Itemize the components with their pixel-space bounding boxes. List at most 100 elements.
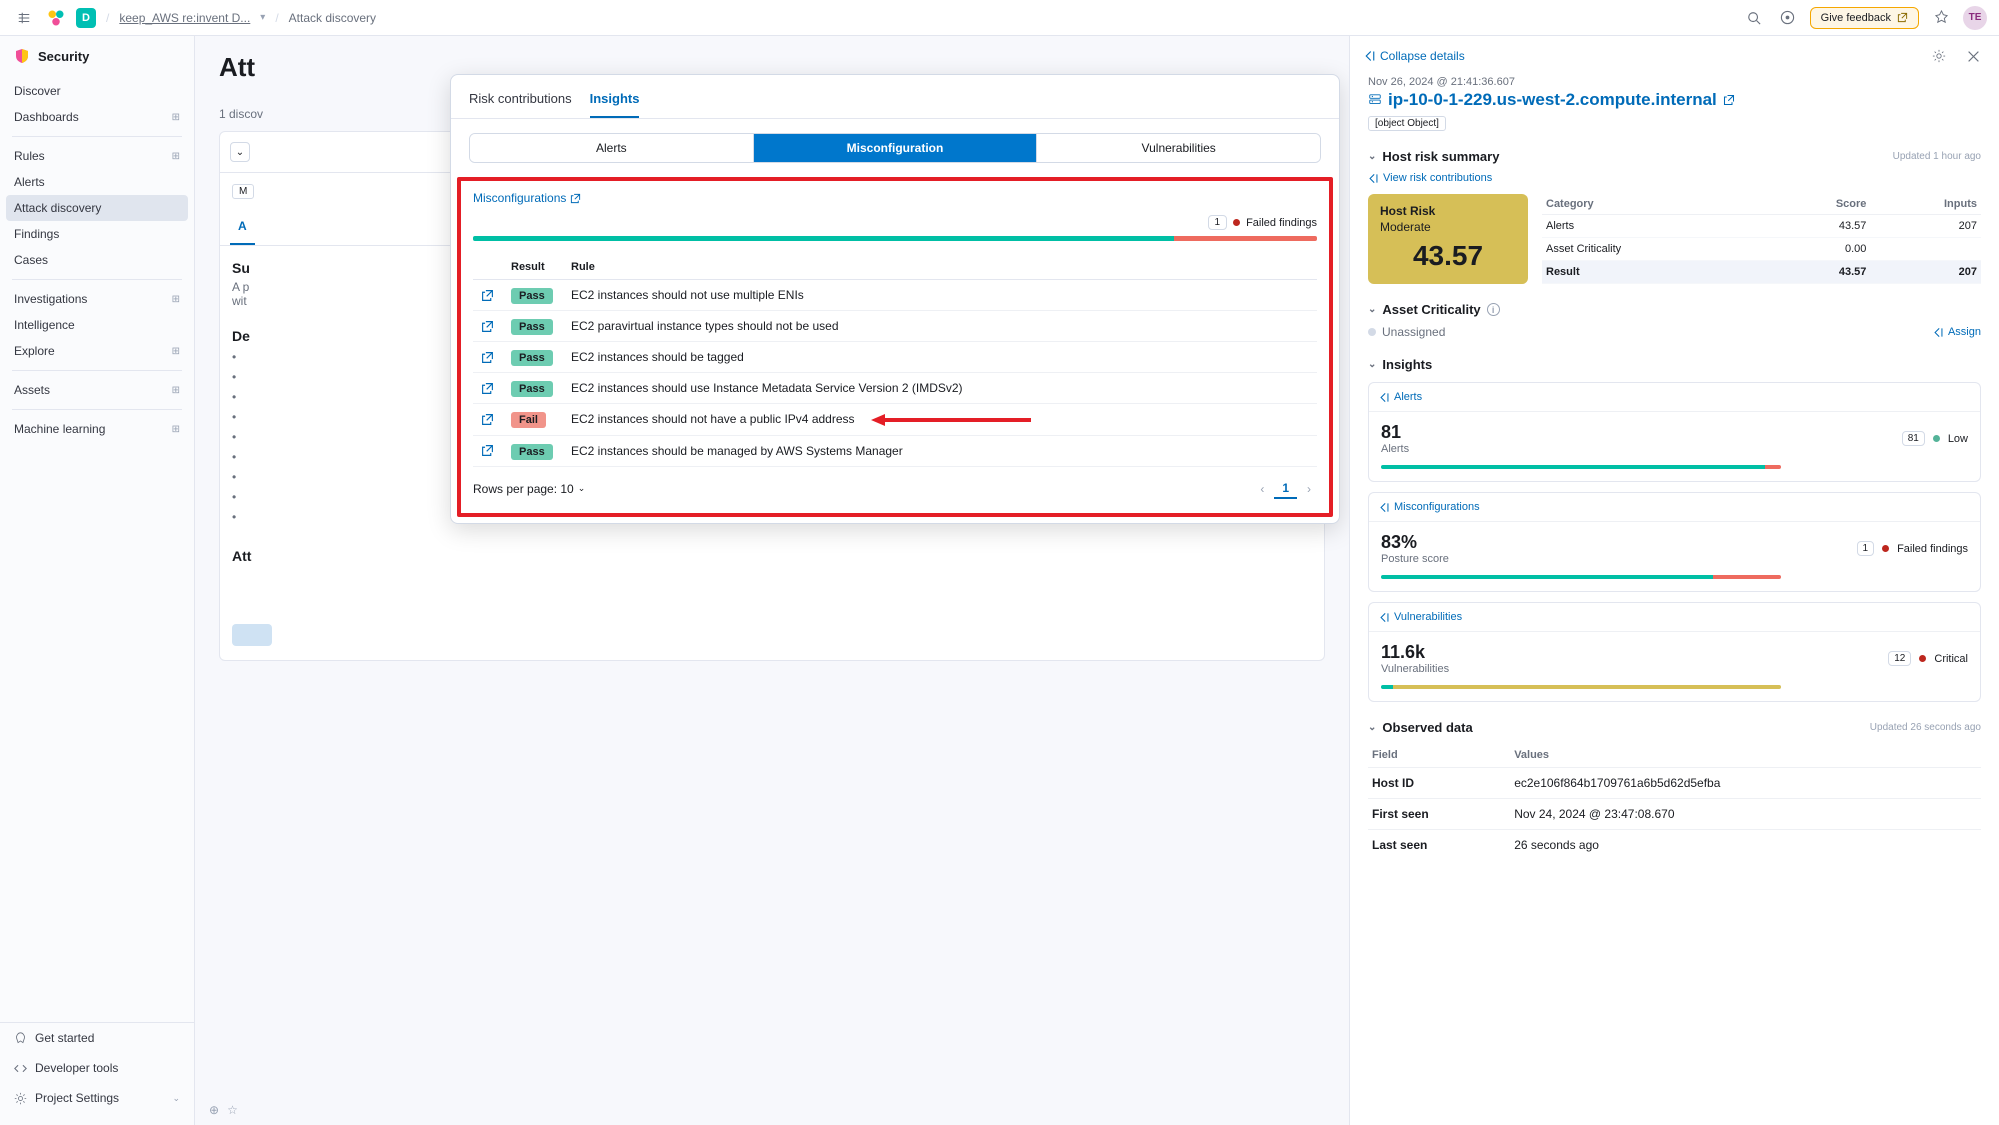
observed-data-title[interactable]: ⌄Observed data <box>1368 720 1473 735</box>
external-link-icon[interactable] <box>481 320 495 333</box>
insight-card-alerts: Alerts81Alerts81Low <box>1368 382 1981 482</box>
footer-project-settings[interactable]: Project Settings⌄ <box>0 1083 194 1113</box>
tab-risk-contributions[interactable]: Risk contributions <box>469 85 572 118</box>
sidebar-item-discover[interactable]: Discover <box>0 78 194 104</box>
highlight-box: Misconfigurations 1 Failed findings <box>457 177 1333 517</box>
chain-heading: Att <box>232 548 1312 564</box>
arrow-annotation <box>871 413 1031 427</box>
count-pill: 12 <box>1888 651 1911 666</box>
subtab-misconfiguration[interactable]: Misconfiguration <box>753 134 1037 162</box>
timestamp: Nov 26, 2024 @ 21:41:36.607 <box>1368 76 1981 88</box>
grid-icon: ⊞ <box>172 151 180 162</box>
add-icon[interactable]: ⊕ <box>209 1103 219 1117</box>
sidebar-item-rules[interactable]: Rules⊞ <box>0 143 194 169</box>
sidebar-item-investigations[interactable]: Investigations⊞ <box>0 286 194 312</box>
result-badge: Pass <box>511 444 553 460</box>
sidebar-item-dashboards[interactable]: Dashboards⊞ <box>0 104 194 130</box>
insight-link[interactable]: Vulnerabilities <box>1379 611 1970 623</box>
table-row: Asset Criticality0.00 <box>1542 238 1981 261</box>
severity-label: Low <box>1948 433 1968 445</box>
table-row[interactable]: FailEC2 instances should not have a publ… <box>473 404 1317 436</box>
table-row[interactable]: PassEC2 instances should use Instance Me… <box>473 373 1317 404</box>
severity-dot-icon <box>1919 655 1926 662</box>
external-link-icon[interactable] <box>481 382 495 395</box>
table-row: Result43.57207 <box>1542 261 1981 284</box>
sidebar-title: Security <box>0 48 194 78</box>
external-link-icon[interactable] <box>481 444 495 457</box>
gear-icon[interactable] <box>1927 44 1951 68</box>
feedback-label: Give feedback <box>1821 12 1891 24</box>
sidebar-item-findings[interactable]: Findings <box>0 221 194 247</box>
insight-card-vulnerabilities: Vulnerabilities11.6kVulnerabilities12Cri… <box>1368 602 1981 702</box>
result-badge: Fail <box>511 412 546 428</box>
sidebar-item-explore[interactable]: Explore⊞ <box>0 338 194 364</box>
table-row[interactable]: PassEC2 instances should not use multipl… <box>473 280 1317 311</box>
footer-get-started[interactable]: Get started <box>0 1023 194 1053</box>
host-title[interactable]: ip-10-0-1-229.us-west-2.compute.internal <box>1368 90 1981 110</box>
tab-a[interactable]: A <box>230 209 255 245</box>
tab-insights[interactable]: Insights <box>590 85 640 118</box>
elastic-logo-icon[interactable] <box>46 8 66 28</box>
rule-text: EC2 instances should be tagged <box>563 342 1317 373</box>
breadcrumb-project[interactable]: keep_AWS re:invent D... <box>119 11 250 25</box>
external-link-icon[interactable] <box>481 289 495 302</box>
grid-icon: ⊞ <box>172 346 180 357</box>
sidebar-item-attack-discovery[interactable]: Attack discovery <box>6 195 188 221</box>
view-risk-contributions-link[interactable]: View risk contributions <box>1368 172 1981 184</box>
page-number[interactable]: 1 <box>1274 479 1297 499</box>
failed-count-badge: 1 <box>1208 215 1228 230</box>
host-risk-box: Host Risk Moderate 43.57 <box>1368 194 1528 284</box>
ai-assistant-icon[interactable] <box>1929 6 1953 30</box>
assign-button[interactable]: Assign <box>1933 326 1981 338</box>
space-badge[interactable]: D <box>76 8 96 28</box>
sidebar-item-assets[interactable]: Assets⊞ <box>0 377 194 403</box>
help-icon[interactable] <box>1776 6 1800 30</box>
sidebar-item-intelligence[interactable]: Intelligence <box>0 312 194 338</box>
external-link-icon[interactable] <box>481 413 495 426</box>
sidebar: Security DiscoverDashboards⊞ Rules⊞Alerts… <box>0 36 195 1125</box>
insight-label: Vulnerabilities <box>1381 663 1449 675</box>
user-avatar[interactable]: TE <box>1963 6 1987 30</box>
result-badge: Pass <box>511 381 553 397</box>
table-row[interactable]: PassEC2 instances should be managed by A… <box>473 435 1317 466</box>
severity-dot-icon <box>1933 435 1940 442</box>
insight-card-misconfigurations: Misconfigurations83%Posture score1Failed… <box>1368 492 1981 592</box>
table-row[interactable]: PassEC2 paravirtual instance types shoul… <box>473 311 1317 342</box>
sidebar-item-machine-learning[interactable]: Machine learning⊞ <box>0 416 194 442</box>
severity-label: Failed findings <box>1897 543 1968 555</box>
star-icon[interactable]: ☆ <box>227 1103 238 1117</box>
page-prev[interactable]: ‹ <box>1254 480 1270 498</box>
nav-collapse-icon[interactable] <box>12 6 36 30</box>
grid-icon: ⊞ <box>172 294 180 305</box>
insight-label: Alerts <box>1381 443 1409 455</box>
info-icon[interactable]: i <box>1487 303 1500 316</box>
failed-label: Failed findings <box>1246 217 1317 229</box>
rule-text: EC2 paravirtual instance types should no… <box>563 311 1317 342</box>
misconfigurations-link[interactable]: Misconfigurations <box>473 191 581 205</box>
sidebar-item-alerts[interactable]: Alerts <box>0 169 194 195</box>
risk-table: Category Score Inputs Alerts43.57207Asse… <box>1542 194 1981 284</box>
misconfig-table: Result Rule PassEC2 instances should not… <box>473 255 1317 467</box>
sidebar-item-cases[interactable]: Cases <box>0 247 194 273</box>
insight-label: Posture score <box>1381 553 1449 565</box>
insight-link[interactable]: Misconfigurations <box>1379 501 1970 513</box>
chevron-down-icon[interactable]: ⌄ <box>230 142 250 162</box>
close-icon[interactable] <box>1961 44 1985 68</box>
subtab-alerts[interactable]: Alerts <box>470 134 753 162</box>
rows-per-page[interactable]: Rows per page: 10 ⌄ <box>473 482 585 496</box>
count-pill: 81 <box>1902 431 1925 446</box>
subtab-vulnerabilities[interactable]: Vulnerabilities <box>1036 134 1320 162</box>
search-icon[interactable] <box>1742 6 1766 30</box>
insights-title[interactable]: ⌄Insights <box>1368 357 1432 372</box>
footer-developer-tools[interactable]: Developer tools <box>0 1053 194 1083</box>
table-row[interactable]: PassEC2 instances should be tagged <box>473 342 1317 373</box>
external-link-icon[interactable] <box>481 351 495 364</box>
page-next[interactable]: › <box>1301 480 1317 498</box>
grid-icon: ⊞ <box>172 385 180 396</box>
give-feedback-button[interactable]: Give feedback <box>1810 7 1919 29</box>
risk-updated: Updated 1 hour ago <box>1893 151 1981 162</box>
collapse-details-button[interactable]: Collapse details <box>1364 49 1465 63</box>
host-risk-section-title[interactable]: ⌄Host risk summary <box>1368 149 1499 164</box>
asset-criticality-title[interactable]: ⌄Asset Criticality i <box>1368 302 1500 317</box>
insight-link[interactable]: Alerts <box>1379 391 1970 403</box>
